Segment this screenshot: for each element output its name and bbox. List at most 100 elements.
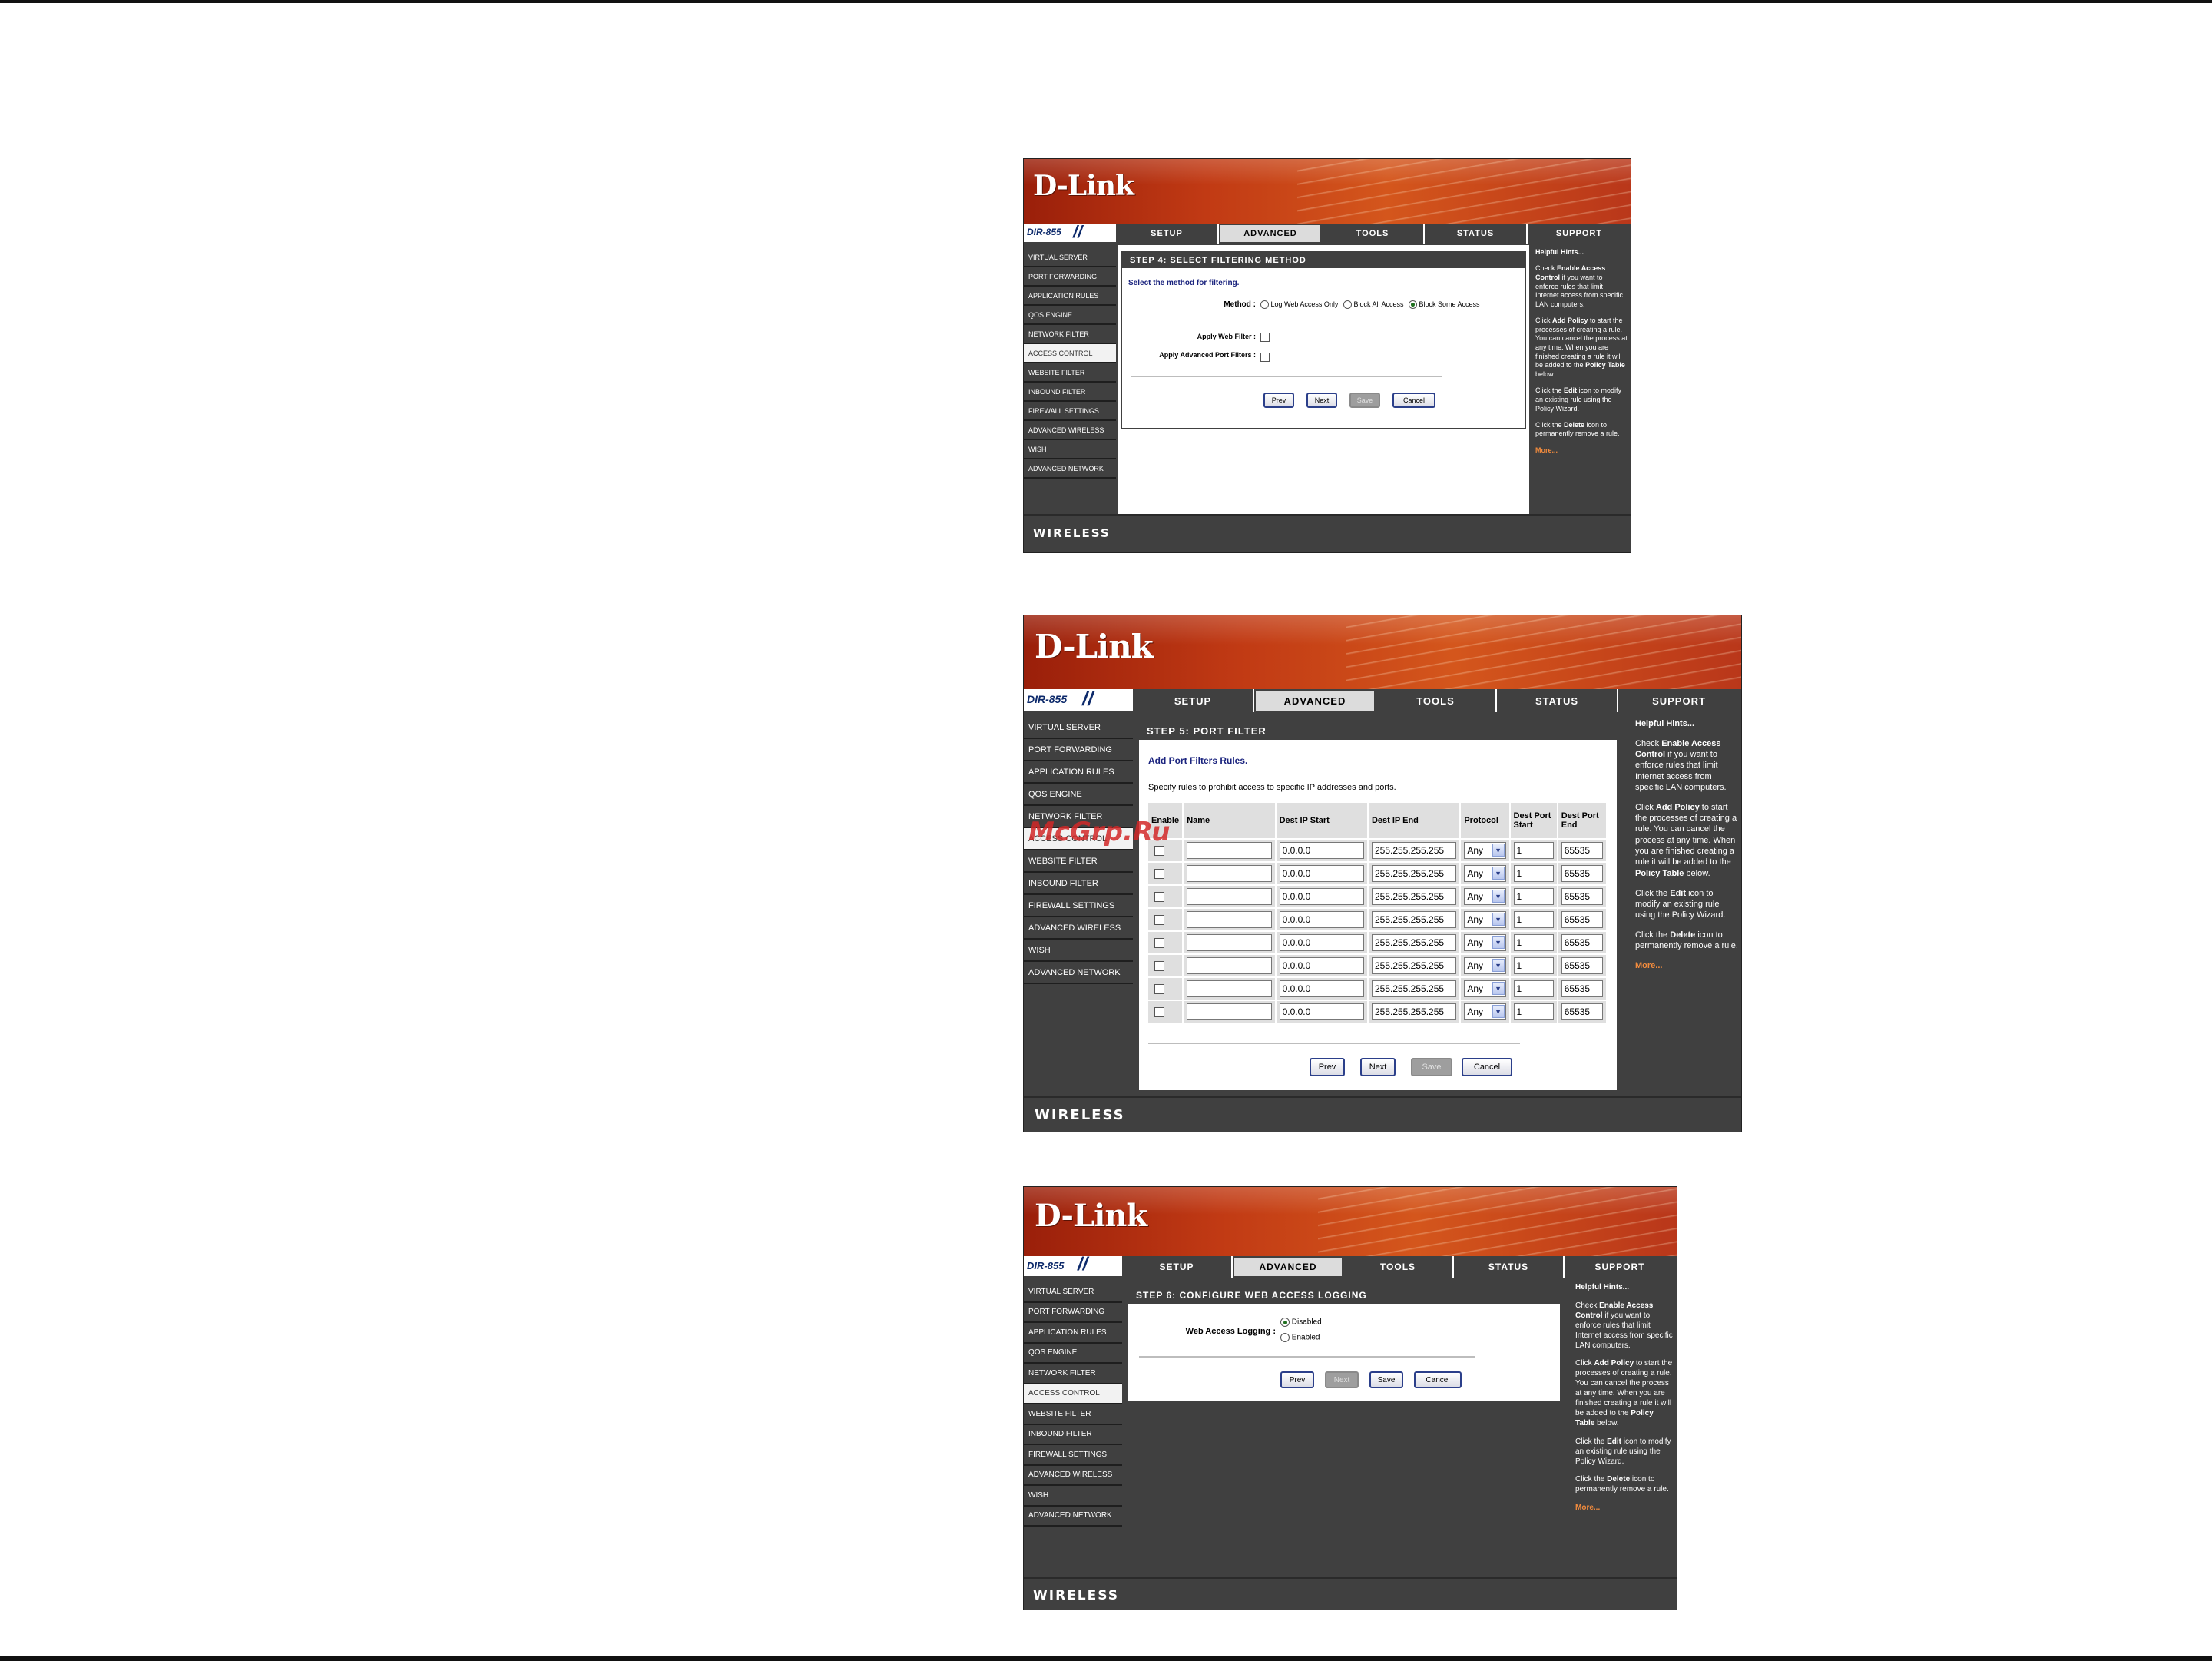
rule-enable-checkbox[interactable]: [1154, 1006, 1164, 1017]
rule-protocol-select[interactable]: Any ▼: [1464, 911, 1506, 928]
logging-radio-disabled[interactable]: [1280, 1318, 1290, 1327]
rule-port-start-input[interactable]: 1: [1513, 957, 1554, 974]
tab-tools[interactable]: TOOLS: [1343, 1256, 1454, 1278]
more-link[interactable]: More...: [1575, 1504, 1600, 1512]
nav-advanced-wireless[interactable]: ADVANCED WIRELESS: [1024, 1466, 1122, 1486]
rule-ip-end-input[interactable]: 255.255.255.255: [1371, 911, 1457, 928]
tab-advanced[interactable]: ADVANCED: [1233, 1256, 1343, 1278]
nav-application-rules[interactable]: APPLICATION RULES: [1024, 1323, 1122, 1344]
tab-support[interactable]: SUPPORT: [1618, 689, 1740, 712]
nav-advanced-wireless[interactable]: ADVANCED WIRELESS: [1024, 917, 1133, 940]
chevron-down-icon[interactable]: ▼: [1492, 913, 1505, 926]
rule-enable-checkbox[interactable]: [1154, 868, 1164, 879]
rule-port-end-input[interactable]: 65535: [1561, 1003, 1603, 1020]
rule-name-input[interactable]: [1187, 865, 1272, 882]
rule-protocol-select[interactable]: Any ▼: [1464, 842, 1506, 859]
rule-port-end-input[interactable]: 65535: [1561, 934, 1603, 951]
nav-application-rules[interactable]: APPLICATION RULES: [1024, 287, 1116, 306]
rule-protocol-select[interactable]: Any ▼: [1464, 980, 1506, 997]
nav-firewall-settings[interactable]: FIREWALL SETTINGS: [1024, 1445, 1122, 1466]
rule-port-end-input[interactable]: 65535: [1561, 865, 1603, 882]
rule-name-input[interactable]: [1187, 911, 1272, 928]
rule-enable-checkbox[interactable]: [1154, 937, 1164, 948]
rule-enable-checkbox[interactable]: [1154, 891, 1164, 902]
nav-inbound-filter[interactable]: INBOUND FILTER: [1024, 383, 1116, 402]
nav-application-rules[interactable]: APPLICATION RULES: [1024, 761, 1133, 784]
nav-port-forwarding[interactable]: PORT FORWARDING: [1024, 267, 1116, 287]
rule-ip-start-input[interactable]: 0.0.0.0: [1279, 957, 1364, 974]
method-radio-block-all[interactable]: [1343, 300, 1352, 310]
rule-port-start-input[interactable]: 1: [1513, 888, 1554, 905]
tab-tools[interactable]: TOOLS: [1322, 224, 1425, 244]
rule-ip-start-input[interactable]: 0.0.0.0: [1279, 980, 1364, 997]
rule-name-input[interactable]: [1187, 980, 1272, 997]
rule-protocol-select[interactable]: Any ▼: [1464, 865, 1506, 882]
prev-button[interactable]: Prev: [1280, 1371, 1314, 1388]
more-link[interactable]: More...: [1635, 961, 1662, 970]
rule-ip-end-input[interactable]: 255.255.255.255: [1371, 888, 1457, 905]
rule-port-end-input[interactable]: 65535: [1561, 911, 1603, 928]
rule-port-end-input[interactable]: 65535: [1561, 980, 1603, 997]
nav-website-filter[interactable]: WEBSITE FILTER: [1024, 363, 1116, 383]
chevron-down-icon[interactable]: ▼: [1492, 959, 1505, 972]
next-button[interactable]: Next: [1360, 1058, 1396, 1076]
save-button[interactable]: Save: [1369, 1371, 1403, 1388]
nav-inbound-filter[interactable]: INBOUND FILTER: [1024, 873, 1133, 895]
nav-qos-engine[interactable]: QOS ENGINE: [1024, 306, 1116, 325]
nav-advanced-network[interactable]: ADVANCED NETWORK: [1024, 459, 1116, 479]
rule-protocol-select[interactable]: Any ▼: [1464, 888, 1506, 905]
rule-ip-start-input[interactable]: 0.0.0.0: [1279, 888, 1364, 905]
rule-protocol-select[interactable]: Any ▼: [1464, 934, 1506, 951]
nav-port-forwarding[interactable]: PORT FORWARDING: [1024, 1303, 1122, 1323]
logging-radio-enabled[interactable]: [1280, 1333, 1290, 1342]
rule-port-start-input[interactable]: 1: [1513, 934, 1554, 951]
tab-support[interactable]: SUPPORT: [1565, 1256, 1675, 1278]
nav-access-control[interactable]: ACCESS CONTROL: [1024, 344, 1116, 363]
method-radio-block-some[interactable]: [1408, 300, 1417, 310]
rule-port-end-input[interactable]: 65535: [1561, 888, 1603, 905]
rule-ip-start-input[interactable]: 0.0.0.0: [1279, 934, 1364, 951]
rule-ip-end-input[interactable]: 255.255.255.255: [1371, 957, 1457, 974]
rule-ip-end-input[interactable]: 255.255.255.255: [1371, 980, 1457, 997]
rule-ip-start-input[interactable]: 0.0.0.0: [1279, 842, 1364, 859]
rule-port-start-input[interactable]: 1: [1513, 911, 1554, 928]
rule-port-start-input[interactable]: 1: [1513, 865, 1554, 882]
web-filter-checkbox[interactable]: [1260, 333, 1270, 342]
chevron-down-icon[interactable]: ▼: [1492, 1005, 1505, 1018]
nav-virtual-server[interactable]: VIRTUAL SERVER: [1024, 1282, 1122, 1303]
prev-button[interactable]: Prev: [1263, 393, 1294, 408]
nav-access-control[interactable]: ACCESS CONTROL: [1024, 1384, 1122, 1404]
tab-tools[interactable]: TOOLS: [1376, 689, 1497, 712]
method-radio-log[interactable]: [1260, 300, 1269, 310]
nav-inbound-filter[interactable]: INBOUND FILTER: [1024, 1425, 1122, 1445]
chevron-down-icon[interactable]: ▼: [1492, 867, 1505, 880]
tab-status[interactable]: STATUS: [1425, 224, 1528, 244]
tab-status[interactable]: STATUS: [1454, 1256, 1565, 1278]
tab-advanced[interactable]: ADVANCED: [1219, 224, 1322, 244]
nav-qos-engine[interactable]: QOS ENGINE: [1024, 1344, 1122, 1364]
save-button[interactable]: Save: [1411, 1058, 1452, 1076]
tab-advanced[interactable]: ADVANCED: [1254, 689, 1376, 712]
rule-ip-end-input[interactable]: 255.255.255.255: [1371, 865, 1457, 882]
nav-network-filter[interactable]: NETWORK FILTER: [1024, 1364, 1122, 1384]
tab-setup[interactable]: SETUP: [1133, 689, 1254, 712]
chevron-down-icon[interactable]: ▼: [1492, 844, 1505, 857]
nav-virtual-server[interactable]: VIRTUAL SERVER: [1024, 248, 1116, 267]
nav-website-filter[interactable]: WEBSITE FILTER: [1024, 850, 1133, 873]
rule-name-input[interactable]: [1187, 934, 1272, 951]
nav-advanced-network[interactable]: ADVANCED NETWORK: [1024, 962, 1133, 984]
rule-ip-end-input[interactable]: 255.255.255.255: [1371, 1003, 1457, 1020]
rule-enable-checkbox[interactable]: [1154, 983, 1164, 994]
nav-wish[interactable]: WISH: [1024, 940, 1133, 962]
chevron-down-icon[interactable]: ▼: [1492, 936, 1505, 949]
rule-enable-checkbox[interactable]: [1154, 914, 1164, 925]
tab-support[interactable]: SUPPORT: [1528, 224, 1631, 244]
rule-ip-end-input[interactable]: 255.255.255.255: [1371, 934, 1457, 951]
cancel-button[interactable]: Cancel: [1414, 1371, 1462, 1388]
port-filter-checkbox[interactable]: [1260, 353, 1270, 362]
rule-port-end-input[interactable]: 65535: [1561, 842, 1603, 859]
rule-ip-start-input[interactable]: 0.0.0.0: [1279, 911, 1364, 928]
nav-wish[interactable]: WISH: [1024, 440, 1116, 459]
rule-name-input[interactable]: [1187, 957, 1272, 974]
rule-enable-checkbox[interactable]: [1154, 960, 1164, 971]
